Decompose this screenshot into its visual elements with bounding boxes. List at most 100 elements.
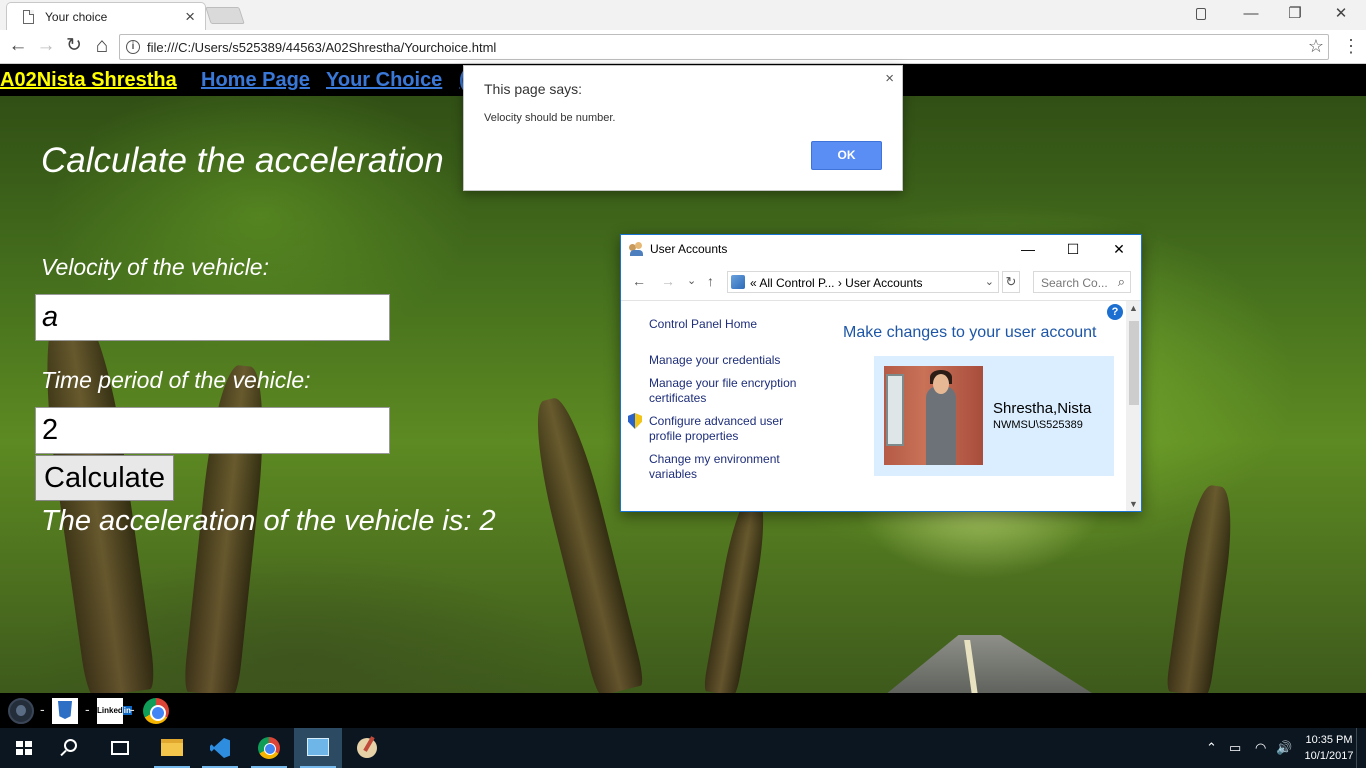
reload-button[interactable]: ↻: [63, 35, 85, 57]
tray-overflow-icon[interactable]: ⌃: [1206, 740, 1217, 756]
wifi-icon[interactable]: ◠: [1255, 740, 1266, 756]
time-period-input[interactable]: 2: [35, 407, 390, 454]
bookmark-star-icon[interactable]: ☆: [1308, 36, 1324, 57]
scroll-up-icon[interactable]: ▲: [1129, 303, 1138, 313]
footer-social-bar: - - Linkedin -: [0, 693, 1366, 728]
window-close-button[interactable]: ✕: [1318, 0, 1364, 28]
ua-window-title: User Accounts: [650, 242, 728, 256]
windows-taskbar: ⌃ ▭ ◠ 🔊 10:35 PM 10/1/2017: [0, 728, 1366, 768]
ua-forward-icon[interactable]: →: [661, 273, 675, 289]
user-accounts-window: User Accounts — ☐ ✕ ← → ⌄ ↑ « All Contro…: [620, 234, 1142, 512]
link-manage-credentials[interactable]: Manage your credentials: [649, 353, 814, 368]
ua-breadcrumb[interactable]: « All Control P... › User Accounts: [750, 276, 923, 290]
window-minimize-button[interactable]: —: [1228, 0, 1274, 28]
user-account-card: Shrestha,Nista NWMSU\S525389: [874, 356, 1114, 476]
ua-navigation-bar: ← → ⌄ ↑ « All Control P... › User Accoun…: [621, 265, 1141, 301]
ua-minimize-button[interactable]: —: [1006, 237, 1050, 263]
ua-maximize-button[interactable]: ☐: [1051, 237, 1095, 263]
background-tree-trunk: [702, 493, 772, 693]
nav-link-your-choice[interactable]: Your Choice: [326, 69, 442, 92]
ua-search-input[interactable]: Search Co... ⌕: [1033, 271, 1131, 293]
alert-ok-button[interactable]: OK: [811, 141, 882, 170]
alert-title: This page says:: [484, 81, 583, 97]
time-period-label: Time period of the vehicle:: [41, 367, 311, 393]
ua-close-button[interactable]: ✕: [1097, 237, 1141, 263]
window-restore-button[interactable]: ❐: [1272, 0, 1318, 28]
url-text[interactable]: file:///C:/Users/s525389/44563/A02Shrest…: [147, 40, 496, 55]
ua-back-icon[interactable]: ←: [632, 273, 646, 289]
page-favicon-icon: [23, 10, 34, 24]
scroll-down-icon[interactable]: ▼: [1129, 499, 1138, 509]
user-domain: NWMSU\S525389: [993, 419, 1083, 431]
home-button[interactable]: ⌂: [91, 35, 113, 57]
taskbar-clock[interactable]: 10:35 PM 10/1/2017: [1296, 732, 1362, 764]
user-avatar: [884, 366, 983, 465]
separator: -: [40, 701, 45, 717]
css3-icon[interactable]: [52, 698, 78, 724]
paint-icon: [357, 738, 377, 758]
link-environment-variables[interactable]: Change my environment variables: [649, 452, 814, 482]
separator: -: [85, 701, 90, 717]
tab-title: Your choice: [45, 10, 108, 24]
chrome-icon[interactable]: [143, 698, 169, 724]
ua-refresh-icon[interactable]: ↻: [1002, 271, 1020, 293]
browser-menu-icon[interactable]: ⋮: [1342, 35, 1360, 57]
ua-address-bar[interactable]: « All Control P... › User Accounts ⌄: [727, 271, 999, 293]
linkedin-icon[interactable]: Linkedin: [97, 698, 132, 724]
vscode-icon: [210, 738, 230, 758]
taskbar-visual-studio-code[interactable]: [196, 728, 244, 768]
tab-close-icon[interactable]: ×: [185, 7, 195, 27]
ua-address-dropdown-icon[interactable]: ⌄: [985, 275, 994, 288]
calculate-button[interactable]: Calculate: [35, 455, 174, 501]
chrome-icon: [258, 737, 280, 759]
ua-up-icon[interactable]: ↑: [707, 273, 714, 289]
nav-link-home-page[interactable]: Home Page: [201, 69, 310, 92]
uac-shield-icon: [628, 413, 642, 429]
link-file-encryption[interactable]: Manage your file encryption certificates: [649, 376, 814, 406]
start-button[interactable]: [0, 728, 48, 768]
browser-tab-your-choice[interactable]: Your choice ×: [6, 2, 206, 30]
site-info-icon[interactable]: i: [126, 40, 140, 54]
taskbar-file-explorer[interactable]: [148, 728, 196, 768]
search-icon: ⌕: [1117, 274, 1125, 289]
background-tree-trunk: [1165, 482, 1239, 693]
browser-tabstrip: Your choice × — ❐ ✕: [0, 0, 1366, 30]
alert-dialog: This page says: Velocity should be numbe…: [463, 65, 903, 191]
battery-icon[interactable]: ▭: [1229, 740, 1241, 756]
taskbar-chrome[interactable]: [245, 728, 293, 768]
taskbar-search-button[interactable]: [48, 728, 96, 768]
acceleration-result: The acceleration of the vehicle is: 2: [41, 505, 496, 537]
show-desktop-button[interactable]: [1356, 728, 1366, 768]
link-advanced-profile[interactable]: Configure advanced user profile properti…: [649, 414, 814, 444]
ua-titlebar[interactable]: User Accounts — ☐ ✕: [621, 235, 1141, 265]
help-icon[interactable]: ?: [1107, 304, 1123, 320]
github-icon[interactable]: [8, 698, 34, 724]
ua-recent-locations-icon[interactable]: ⌄: [687, 274, 696, 287]
volume-icon[interactable]: 🔊: [1276, 740, 1292, 756]
address-bar[interactable]: i file:///C:/Users/s525389/44563/A02Shre…: [119, 34, 1329, 60]
forward-button[interactable]: →: [35, 35, 57, 57]
page-heading: Calculate the acceleration: [41, 141, 444, 180]
ua-heading: Make changes to your user account: [843, 324, 1097, 341]
separator: -: [130, 701, 135, 717]
ua-search-placeholder: Search Co...: [1041, 276, 1108, 290]
user-name: Shrestha,Nista: [993, 400, 1092, 417]
taskbar-control-panel[interactable]: [294, 728, 342, 768]
scroll-thumb[interactable]: [1129, 321, 1139, 405]
background-road: [885, 635, 1095, 693]
windows-logo-icon: [16, 741, 32, 755]
alert-close-icon[interactable]: ×: [885, 70, 894, 87]
new-tab-button[interactable]: [205, 7, 245, 24]
task-view-button[interactable]: [96, 728, 144, 768]
taskbar-paint[interactable]: [343, 728, 391, 768]
back-button[interactable]: ←: [7, 35, 29, 57]
profile-icon[interactable]: [1196, 8, 1206, 20]
search-icon: [64, 739, 77, 752]
user-accounts-icon: [629, 242, 644, 256]
velocity-input[interactable]: a: [35, 294, 390, 341]
link-control-panel-home[interactable]: Control Panel Home: [649, 317, 814, 332]
browser-toolbar: ← → ↻ ⌂ i file:///C:/Users/s525389/44563…: [0, 30, 1366, 64]
ua-scrollbar[interactable]: ▲ ▼: [1126, 301, 1141, 511]
site-brand-link[interactable]: A02Nista Shrestha: [0, 69, 177, 92]
file-explorer-icon: [161, 739, 183, 756]
